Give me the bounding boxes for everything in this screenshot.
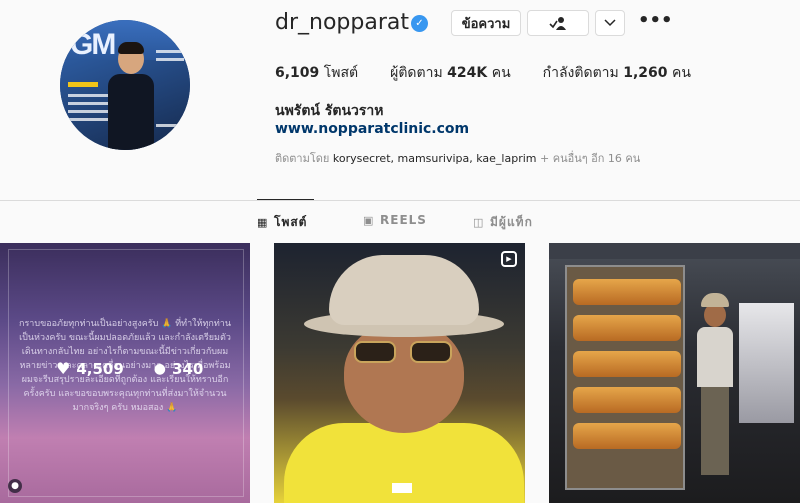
grid-icon: ▦ bbox=[257, 216, 269, 229]
suggestions-dropdown-button[interactable] bbox=[595, 10, 625, 36]
profile-stats: 6,109 โพสต์ ผู้ติดตาม 424K คน กำลังติดตา… bbox=[275, 62, 723, 84]
comment-icon: ● bbox=[153, 360, 167, 377]
followers-count: 424K bbox=[447, 65, 488, 81]
tagged-icon: ◫ bbox=[473, 216, 485, 229]
followers-stat[interactable]: ผู้ติดตาม 424K คน bbox=[390, 62, 511, 84]
followed-by-suffix: + คนอื่นๆ อีก 16 คน bbox=[540, 152, 641, 165]
post-tile[interactable]: ▶ bbox=[274, 243, 525, 503]
verified-badge-icon: ✓ bbox=[411, 15, 428, 32]
photo-shop-window bbox=[739, 303, 794, 423]
following-unit: คน bbox=[671, 65, 691, 81]
post-hover-stats: ♥ 4,509 ● 340 bbox=[56, 359, 203, 378]
followed-by-names: korysecret, mamsurivipa, kae_laprim bbox=[332, 152, 537, 165]
photo-roof bbox=[549, 243, 800, 259]
tab-reels[interactable]: ▣ REELS bbox=[363, 213, 427, 227]
tabs-divider bbox=[0, 200, 800, 201]
profile-username: dr_nopparat bbox=[275, 10, 409, 35]
followers-unit: คน bbox=[491, 65, 511, 81]
chevron-down-icon bbox=[604, 19, 616, 27]
profile-website-link[interactable]: www.nopparatclinic.com bbox=[275, 121, 469, 137]
more-options-icon[interactable]: ••• bbox=[638, 12, 673, 32]
reels-icon: ▣ bbox=[363, 213, 375, 227]
photo-hat bbox=[329, 255, 479, 325]
photo-food-stand bbox=[565, 265, 685, 490]
posts-count-stat: 6,109 โพสต์ bbox=[275, 62, 358, 84]
tag-user-icon: ● bbox=[8, 479, 22, 493]
following-button[interactable] bbox=[527, 10, 589, 36]
post-likes-count: 4,509 bbox=[76, 359, 124, 378]
profile-avatar[interactable]: GM bbox=[60, 20, 190, 150]
posts-label: โพสต์ bbox=[323, 65, 359, 81]
tab-reels-label: REELS bbox=[380, 213, 427, 227]
followed-by-text[interactable]: ติดตามโดย korysecret, mamsurivipa, kae_l… bbox=[275, 149, 640, 167]
profile-tabs: ▦ โพสต์ ▣ REELS ◫ มีผู้แท็ก bbox=[0, 213, 800, 233]
heart-icon: ♥ bbox=[56, 359, 71, 378]
photo-person bbox=[695, 293, 735, 483]
following-stat[interactable]: กำลังติดตาม 1,260 คน bbox=[543, 62, 691, 84]
post-tile[interactable]: กราบขออภัยทุกท่านเป็นอย่างสูงครับ 🙏 ที่ท… bbox=[0, 243, 250, 503]
person-check-icon bbox=[549, 17, 566, 30]
post-comments-count: 340 bbox=[172, 359, 204, 378]
following-label: กำลังติดตาม bbox=[542, 65, 619, 81]
reel-indicator-icon: ▶ bbox=[501, 251, 517, 267]
tab-tagged[interactable]: ◫ มีผู้แท็ก bbox=[473, 213, 533, 232]
tab-posts[interactable]: ▦ โพสต์ bbox=[257, 213, 307, 232]
photo-face bbox=[344, 323, 464, 433]
followed-by-prefix: ติดตามโดย bbox=[275, 152, 330, 165]
followers-label: ผู้ติดตาม bbox=[390, 65, 443, 81]
post-tile[interactable] bbox=[549, 243, 800, 503]
following-count: 1,260 bbox=[623, 65, 668, 81]
active-tab-indicator bbox=[257, 199, 314, 200]
profile-header: GM dr_nopparat ✓ ข้อความ ••• 6,109 โพสต์… bbox=[0, 0, 800, 200]
message-button[interactable]: ข้อความ bbox=[451, 10, 521, 36]
photo-sunglasses bbox=[354, 341, 454, 365]
profile-full-name: นพรัตน์ รัตนวราห bbox=[275, 103, 384, 119]
tab-posts-label: โพสต์ bbox=[274, 215, 308, 229]
posts-grid: กราบขออภัยทุกท่านเป็นอย่างสูงครับ 🙏 ที่ท… bbox=[0, 243, 800, 503]
posts-count: 6,109 bbox=[275, 65, 320, 81]
tab-tagged-label: มีผู้แท็ก bbox=[490, 215, 533, 229]
photo-shirt-label bbox=[392, 483, 412, 493]
